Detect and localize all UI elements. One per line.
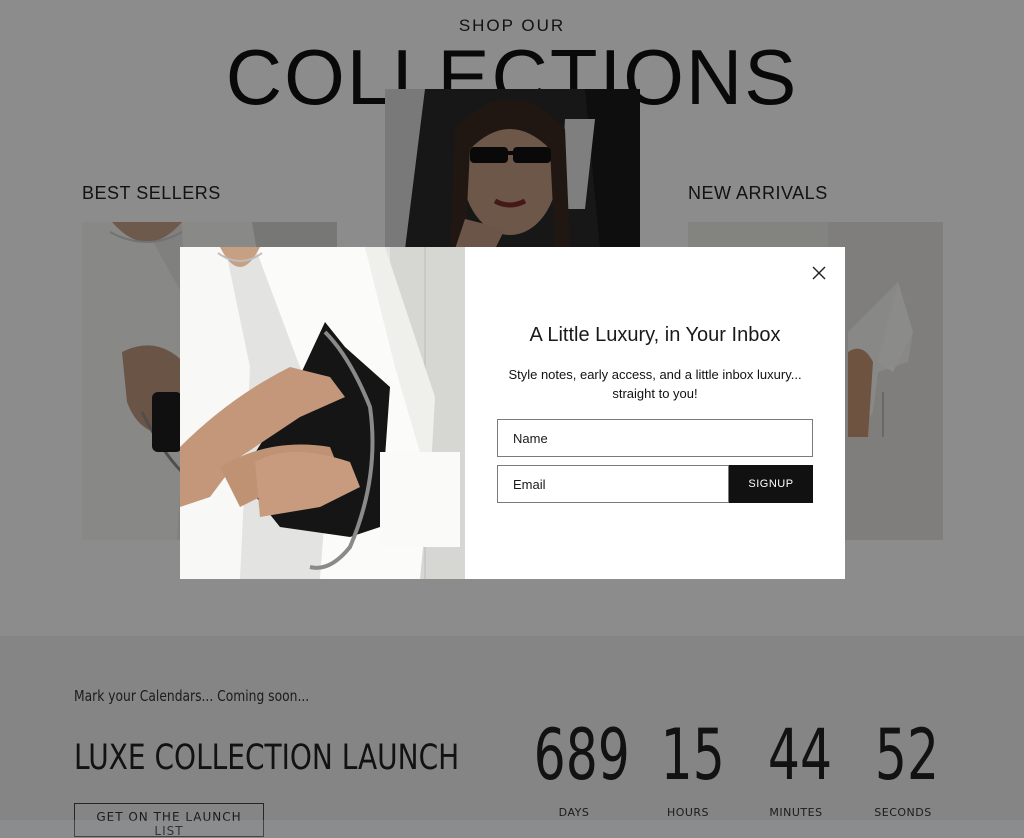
modal-title: A Little Luxury, in Your Inbox [529,324,781,346]
signup-button[interactable]: SIGNUP [729,465,813,503]
close-icon[interactable] [812,266,826,280]
modal-image [180,247,465,579]
modal-description: Style notes, early access, and a little … [508,367,802,401]
modal-body: A Little Luxury, in Your Inbox Style not… [465,247,845,579]
newsletter-modal: A Little Luxury, in Your Inbox Style not… [180,247,845,579]
email-field[interactable] [497,465,729,503]
page: SHOP OUR COLLECTIONS BEST SELLERS NEW AR… [0,0,1024,838]
modal-close-button[interactable] [807,261,831,285]
name-field[interactable] [497,419,813,457]
